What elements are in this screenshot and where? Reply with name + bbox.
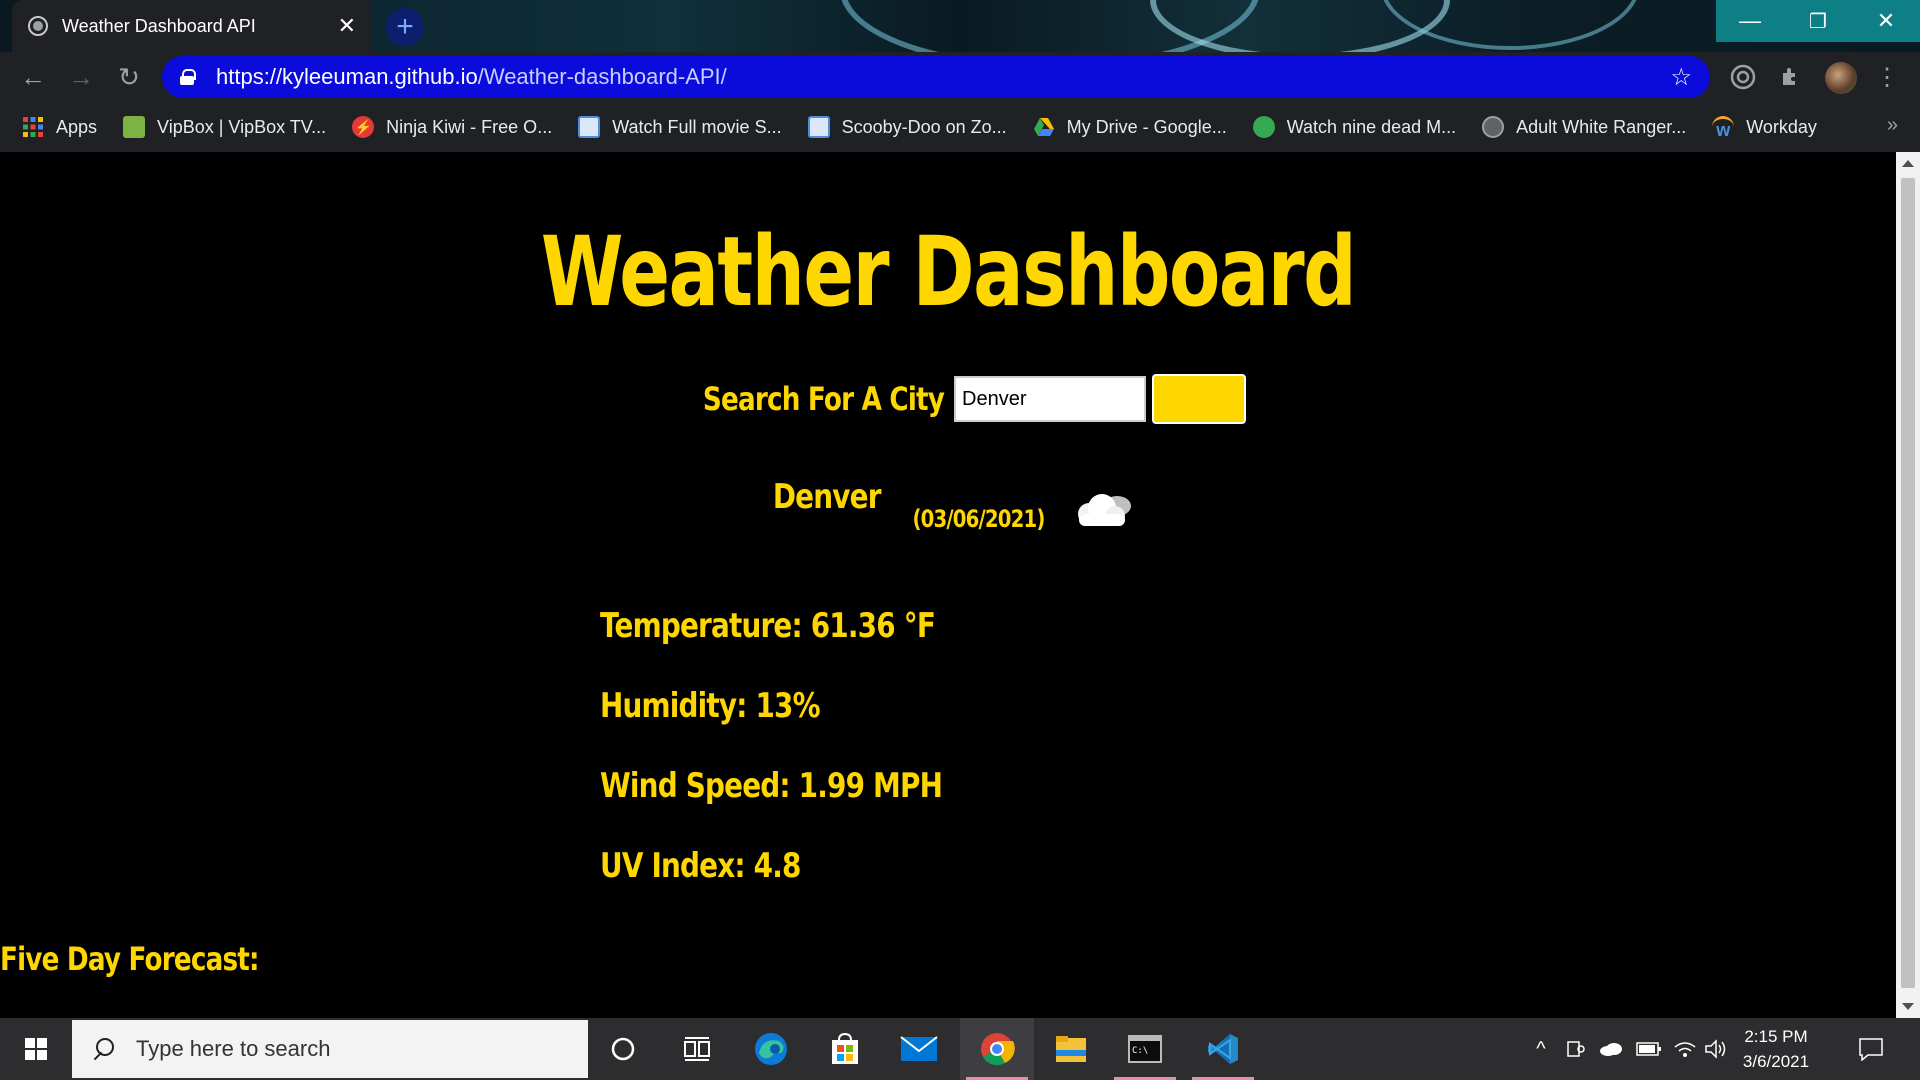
browser-titlebar: Weather Dashboard API ✕ + — ❐ ✕ [0, 0, 1920, 52]
search-icon [92, 1038, 114, 1060]
vscode-icon[interactable] [1186, 1018, 1260, 1080]
workday-icon: w [1712, 116, 1735, 140]
windows-taskbar: Type here to search C:\ ^ 2:15 PM 3/6/20… [0, 1018, 1920, 1080]
onedrive-cloud-icon[interactable] [1594, 1018, 1628, 1080]
current-weather-header: Denver (03/06/2021) [0, 477, 1896, 533]
system-clock[interactable]: 2:15 PM 3/6/2021 [1726, 1024, 1826, 1074]
reload-icon[interactable]: ↻ [114, 62, 144, 92]
page-title: Weather Dashboard [540, 216, 1357, 328]
profile-avatar[interactable] [1825, 62, 1857, 94]
movie-site-icon [578, 116, 601, 138]
forward-arrow-icon[interactable]: → [66, 62, 96, 92]
start-button[interactable] [0, 1018, 72, 1080]
taskbar-search-placeholder: Type here to search [136, 1036, 331, 1061]
globe-icon [28, 16, 48, 36]
bookmark-label: Adult White Ranger... [1516, 116, 1687, 137]
wifi-icon[interactable] [1670, 1018, 1700, 1080]
lock-icon [180, 69, 196, 85]
bookmark-google-drive[interactable]: My Drive - Google... [1033, 116, 1227, 138]
cortana-icon[interactable] [586, 1018, 660, 1080]
scrollbar-thumb[interactable] [1901, 178, 1915, 988]
movie-site-icon [807, 116, 830, 138]
extension-headphones-icon[interactable] [1728, 62, 1758, 92]
cloud-icon [1069, 490, 1135, 535]
edge-icon[interactable] [734, 1018, 808, 1080]
url-path: /Weather-dashboard-API/ [477, 64, 727, 89]
chrome-icon[interactable] [960, 1018, 1034, 1080]
file-explorer-icon[interactable] [1034, 1018, 1108, 1080]
bookmarks-bar: Apps VipBox | VipBox TV... ⚡ Ninja Kiwi … [0, 102, 1920, 152]
scroll-up-arrow-icon[interactable] [1902, 160, 1914, 167]
bookmarks-overflow-icon[interactable]: » [1887, 114, 1898, 137]
google-drive-icon [1033, 116, 1055, 138]
task-view-icon[interactable] [660, 1018, 734, 1080]
bookmark-vipbox[interactable]: VipBox | VipBox TV... [123, 116, 326, 138]
notification-center-icon[interactable] [1848, 1018, 1894, 1080]
extensions-puzzle-icon[interactable] [1776, 62, 1806, 92]
bookmark-label: Workday [1746, 116, 1817, 137]
tab-title: Weather Dashboard API [62, 15, 256, 36]
back-arrow-icon[interactable]: ← [18, 62, 48, 92]
search-row: Search For A City [0, 374, 1896, 424]
device-meeting-icon[interactable] [1560, 1018, 1590, 1080]
terminal-icon[interactable]: C:\ [1108, 1018, 1182, 1080]
city-name: Denver [772, 477, 882, 517]
bookmark-label: Watch nine dead M... [1286, 116, 1457, 137]
vipbox-icon [123, 116, 146, 138]
browser-tab[interactable]: Weather Dashboard API ✕ [12, 0, 372, 52]
url-host: https://kyleeuman.github.io [216, 64, 478, 89]
search-button[interactable] [1152, 374, 1246, 424]
globe-icon [1482, 116, 1505, 138]
mail-icon[interactable] [882, 1018, 956, 1080]
bookmark-watch-full-movie[interactable]: Watch Full movie S... [578, 116, 782, 138]
bookmark-apps[interactable]: Apps [22, 116, 97, 138]
bookmark-label: Watch Full movie S... [612, 116, 782, 137]
new-tab-button[interactable]: + [386, 8, 424, 46]
bookmark-adult-white-ranger[interactable]: Adult White Ranger... [1482, 116, 1686, 138]
window-restore-button[interactable]: ❐ [1784, 0, 1852, 42]
ninja-kiwi-icon: ⚡ [352, 116, 375, 138]
page-content: Weather Dashboard Search For A City Denv… [0, 152, 1896, 1018]
taskbar-search-box[interactable]: Type here to search [72, 1020, 588, 1078]
current-date: (03/06/2021) [912, 505, 1046, 533]
tab-close-button[interactable]: ✕ [338, 15, 356, 37]
bookmark-watch-nine-dead[interactable]: Watch nine dead M... [1252, 116, 1457, 138]
bookmark-label: Apps [56, 116, 98, 137]
battery-icon[interactable] [1632, 1018, 1666, 1080]
address-bar[interactable]: https://kyleeuman.github.io/Weather-dash… [162, 56, 1710, 98]
scroll-down-arrow-icon[interactable] [1902, 1003, 1914, 1010]
windows-logo-icon [25, 1038, 47, 1060]
apps-grid-icon [22, 116, 44, 138]
bookmark-star-icon[interactable]: ☆ [1670, 63, 1692, 92]
five-day-forecast-heading: Five Day Forecast: [0, 940, 259, 978]
bookmark-workday[interactable]: w Workday [1712, 116, 1817, 140]
store-icon[interactable] [808, 1018, 882, 1080]
bookmark-label: VipBox | VipBox TV... [157, 116, 327, 137]
humidity-text: Humidity: 13% [600, 686, 821, 726]
clock-date: 3/6/2021 [1742, 1052, 1810, 1071]
uv-index-text: UV Index: 4.8 [600, 846, 801, 886]
clock-time: 2:15 PM [1744, 1027, 1808, 1046]
window-close-button[interactable]: ✕ [1852, 0, 1920, 42]
page-scrollbar[interactable] [1896, 152, 1920, 1018]
window-minimize-button[interactable]: — [1716, 0, 1784, 42]
bookmark-scooby-doo[interactable]: Scooby-Doo on Zo... [807, 116, 1007, 138]
url-text: https://kyleeuman.github.io/Weather-dash… [216, 64, 1670, 90]
tray-chevron-up-icon[interactable]: ^ [1526, 1018, 1556, 1080]
browser-toolbar: ← → ↻ https://kyleeuman.github.io/Weathe… [0, 52, 1920, 102]
svg-text:C:\: C:\ [1132, 1046, 1148, 1056]
search-label: Search For A City [702, 380, 945, 418]
temperature-text: Temperature: 61.36 °F [600, 606, 936, 646]
bookmark-ninja-kiwi[interactable]: ⚡ Ninja Kiwi - Free O... [352, 116, 552, 138]
city-search-input[interactable] [954, 376, 1146, 422]
bookmark-label: Scooby-Doo on Zo... [841, 116, 1007, 137]
browser-menu-icon[interactable]: ⋮ [1872, 62, 1902, 92]
bookmark-label: Ninja Kiwi - Free O... [386, 116, 553, 137]
bookmark-label: My Drive - Google... [1066, 116, 1227, 137]
green-site-icon [1252, 116, 1275, 138]
wind-speed-text: Wind Speed: 1.99 MPH [600, 766, 943, 806]
